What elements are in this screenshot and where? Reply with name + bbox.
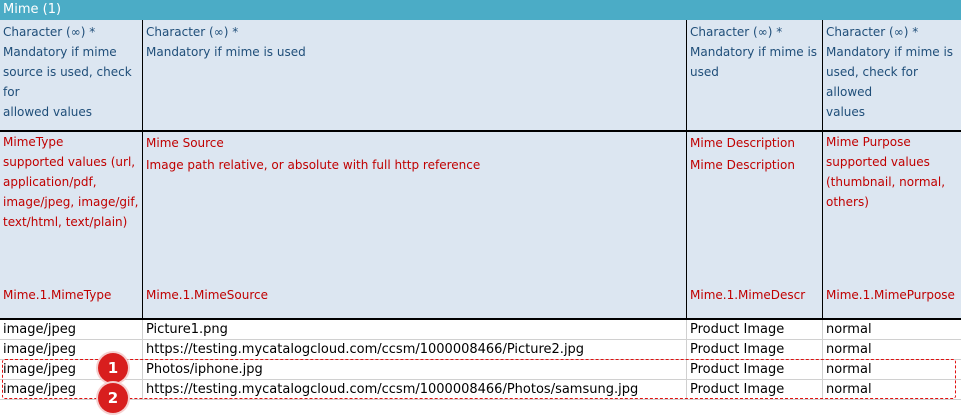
cell-mimepurpose[interactable]: normal bbox=[826, 340, 872, 360]
table-row[interactable]: image/jpeg https://testing.mycatalogclou… bbox=[0, 340, 961, 360]
cell-mimesource[interactable]: Picture1.png bbox=[146, 320, 228, 340]
step-marker-2: 2 bbox=[98, 383, 128, 413]
key-cell-mimepurpose: Mime.1.MimePurpose bbox=[826, 288, 955, 302]
name-cell-mimetype: MimeType supported values (url, applicat… bbox=[3, 135, 139, 229]
cell-mimedescr[interactable]: Product Image bbox=[690, 320, 784, 340]
type-cell-mimetype: Character (∞) * Mandatory if mime source… bbox=[3, 25, 132, 119]
cell-mimetype[interactable]: image/jpeg bbox=[3, 320, 76, 340]
cell-mimetype[interactable]: image/jpeg bbox=[3, 340, 76, 360]
step-marker-1: 1 bbox=[98, 353, 128, 383]
type-cell-mimesource: Character (∞) * Mandatory if mime is use… bbox=[146, 25, 306, 59]
key-cell-mimesource: Mime.1.MimeSource bbox=[146, 288, 268, 302]
key-cell-mimetype: Mime.1.MimeType bbox=[3, 288, 112, 302]
column-divider bbox=[142, 20, 143, 320]
highlight-box bbox=[2, 359, 956, 399]
cell-mimesource[interactable]: https://testing.mycatalogcloud.com/ccsm/… bbox=[146, 340, 584, 360]
name-cell-mimedescr: Mime Description Mime Description bbox=[690, 136, 795, 172]
name-cell-mimepurpose: Mime Purpose supported values (thumbnail… bbox=[826, 135, 946, 209]
column-divider bbox=[822, 20, 823, 320]
cell-mimedescr[interactable]: Product Image bbox=[690, 340, 784, 360]
name-cell-mimesource: Mime Source Image path relative, or abso… bbox=[146, 136, 481, 172]
sheet-title: Mime (1) bbox=[0, 0, 961, 20]
key-cell-mimedescr: Mime.1.MimeDescr bbox=[690, 288, 806, 302]
type-cell-mimepurpose: Character (∞) * Mandatory if mime is use… bbox=[826, 25, 954, 119]
cell-mimepurpose[interactable]: normal bbox=[826, 320, 872, 340]
type-cell-mimedescr: Character (∞) * Mandatory if mime is use… bbox=[690, 25, 818, 79]
table-row[interactable]: image/jpeg Picture1.png Product Image no… bbox=[0, 320, 961, 340]
column-divider bbox=[686, 20, 687, 320]
